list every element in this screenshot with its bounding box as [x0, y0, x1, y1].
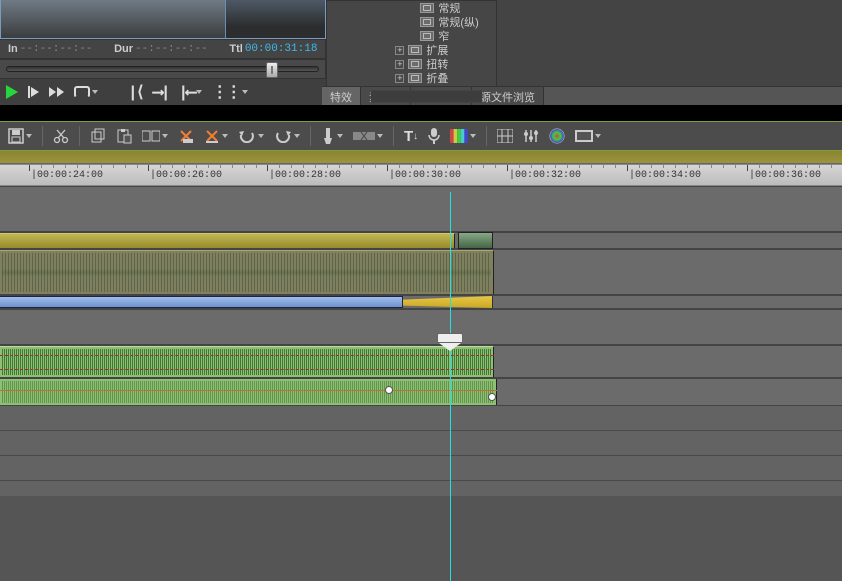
audio-track-1[interactable]: [0, 249, 842, 295]
audio-clip-4[interactable]: [0, 379, 497, 405]
fast-forward-button[interactable]: [49, 87, 64, 97]
audio-fade-transition[interactable]: [403, 296, 493, 308]
loop-button[interactable]: [74, 86, 98, 98]
trim-tool-button[interactable]: ⋮⋮: [212, 82, 248, 102]
tree-item[interactable]: +扭转: [331, 57, 492, 71]
preview-column: In--:--:--:-- Dur--:--:--:-- Ttl00:00:31…: [0, 0, 326, 105]
paste-button[interactable]: [116, 128, 132, 144]
shuttle-slider-row: [0, 59, 326, 79]
expand-icon[interactable]: +: [395, 74, 404, 83]
expand-icon[interactable]: +: [395, 46, 404, 55]
timeline-toolbar: T↓: [0, 122, 842, 150]
tree-item[interactable]: 窄: [331, 29, 492, 43]
top-area: In--:--:--:-- Dur--:--:--:-- Ttl00:00:31…: [0, 0, 842, 105]
ttl-label: Ttl: [229, 43, 242, 55]
right-empty-area: 特效素材库序列标记源文件浏览: [497, 0, 842, 105]
in-value: --:--:--:--: [20, 43, 93, 55]
playhead-line[interactable]: [450, 192, 451, 581]
video-clip-thumbnail[interactable]: [458, 232, 493, 249]
waveform-icon: [2, 253, 491, 292]
folder-icon: [420, 31, 434, 41]
expand-icon[interactable]: +: [395, 60, 404, 69]
audio-clip-1[interactable]: [0, 250, 494, 294]
empty-tracks[interactable]: [0, 406, 842, 496]
dur-label: Dur: [114, 43, 133, 55]
storyboard-button[interactable]: [142, 129, 168, 143]
tree-item[interactable]: + 折叠: [331, 71, 492, 85]
cut-button[interactable]: [53, 128, 69, 144]
prev-edit-button[interactable]: |⟨: [128, 82, 143, 102]
timeline: |00:00:24:00|00:00:26:00|00:00:28:00|00:…: [0, 151, 842, 496]
mixer-button[interactable]: [523, 128, 539, 144]
time-ruler[interactable]: |00:00:24:00|00:00:26:00|00:00:28:00|00:…: [0, 164, 842, 186]
undo-button[interactable]: [238, 129, 264, 143]
audio-track-4[interactable]: [0, 378, 842, 406]
mark-in-button[interactable]: ⟶|: [153, 82, 168, 102]
ttl-value: 00:00:31:18: [245, 43, 318, 55]
shuttle-grip[interactable]: [266, 62, 278, 78]
effects-tree[interactable]: 常规常规(纵)窄+扩展+扭转+折叠: [327, 1, 496, 89]
voiceover-button[interactable]: [428, 128, 440, 144]
ripple-delete-button[interactable]: [178, 128, 194, 144]
dur-value: --:--:--:--: [135, 43, 208, 55]
folder-icon: [408, 45, 422, 55]
vectorscope-button[interactable]: [549, 128, 565, 144]
volume-envelope[interactable]: [0, 390, 497, 391]
in-label: In: [8, 43, 18, 55]
keyframe[interactable]: [385, 386, 393, 394]
tree-item[interactable]: 常规(纵): [331, 15, 492, 29]
title-button[interactable]: T↓: [404, 128, 418, 145]
audio-clip-3[interactable]: [0, 346, 494, 377]
tree-item[interactable]: +扩展: [331, 43, 492, 57]
tab-browser[interactable]: 源文件浏览: [472, 87, 544, 105]
divider-black: [0, 105, 842, 121]
marker-track[interactable]: [0, 151, 842, 164]
tab-fx[interactable]: 特效: [322, 87, 361, 105]
keyframe[interactable]: [488, 393, 496, 401]
preview-monitor[interactable]: [0, 0, 326, 39]
transition-button[interactable]: [353, 130, 383, 142]
audio-clip-2[interactable]: [0, 296, 403, 308]
layout-button[interactable]: [575, 130, 601, 142]
mark-out-button[interactable]: |⟵: [178, 82, 201, 102]
tree-item-label: 折叠: [426, 70, 448, 86]
envelope-line[interactable]: [0, 355, 494, 356]
preview-info-bar: In--:--:--:-- Dur--:--:--:-- Ttl00:00:31…: [0, 39, 326, 59]
folder-icon: [408, 73, 422, 83]
save-button[interactable]: [8, 128, 32, 144]
folder-icon: [420, 17, 434, 27]
envelope-line[interactable]: [0, 369, 494, 370]
track-gap-top[interactable]: [0, 186, 842, 232]
grid-button[interactable]: [497, 129, 513, 143]
track-gap-mid[interactable]: [0, 309, 842, 345]
play-button[interactable]: [6, 85, 18, 99]
folder-icon: [420, 3, 434, 13]
transport-controls: |⟨ ⟶| |⟵ ⋮⋮: [0, 79, 326, 105]
audio-track-2[interactable]: [0, 295, 842, 309]
color-bars-button[interactable]: [450, 129, 476, 143]
waveform-icon: [2, 349, 491, 375]
waveform-icon: [2, 381, 494, 403]
folder-icon: [408, 59, 422, 69]
step-forward-button[interactable]: [28, 86, 39, 98]
copy-button[interactable]: [90, 128, 106, 144]
razor-button[interactable]: [321, 128, 343, 144]
shuttle-slider[interactable]: [6, 66, 319, 72]
tree-item[interactable]: 常规: [331, 1, 492, 15]
delete-gap-button[interactable]: [204, 128, 228, 144]
video-clip[interactable]: [0, 233, 455, 248]
video-track-1[interactable]: [0, 232, 842, 249]
audio-track-3[interactable]: [0, 345, 842, 378]
redo-button[interactable]: [274, 129, 300, 143]
